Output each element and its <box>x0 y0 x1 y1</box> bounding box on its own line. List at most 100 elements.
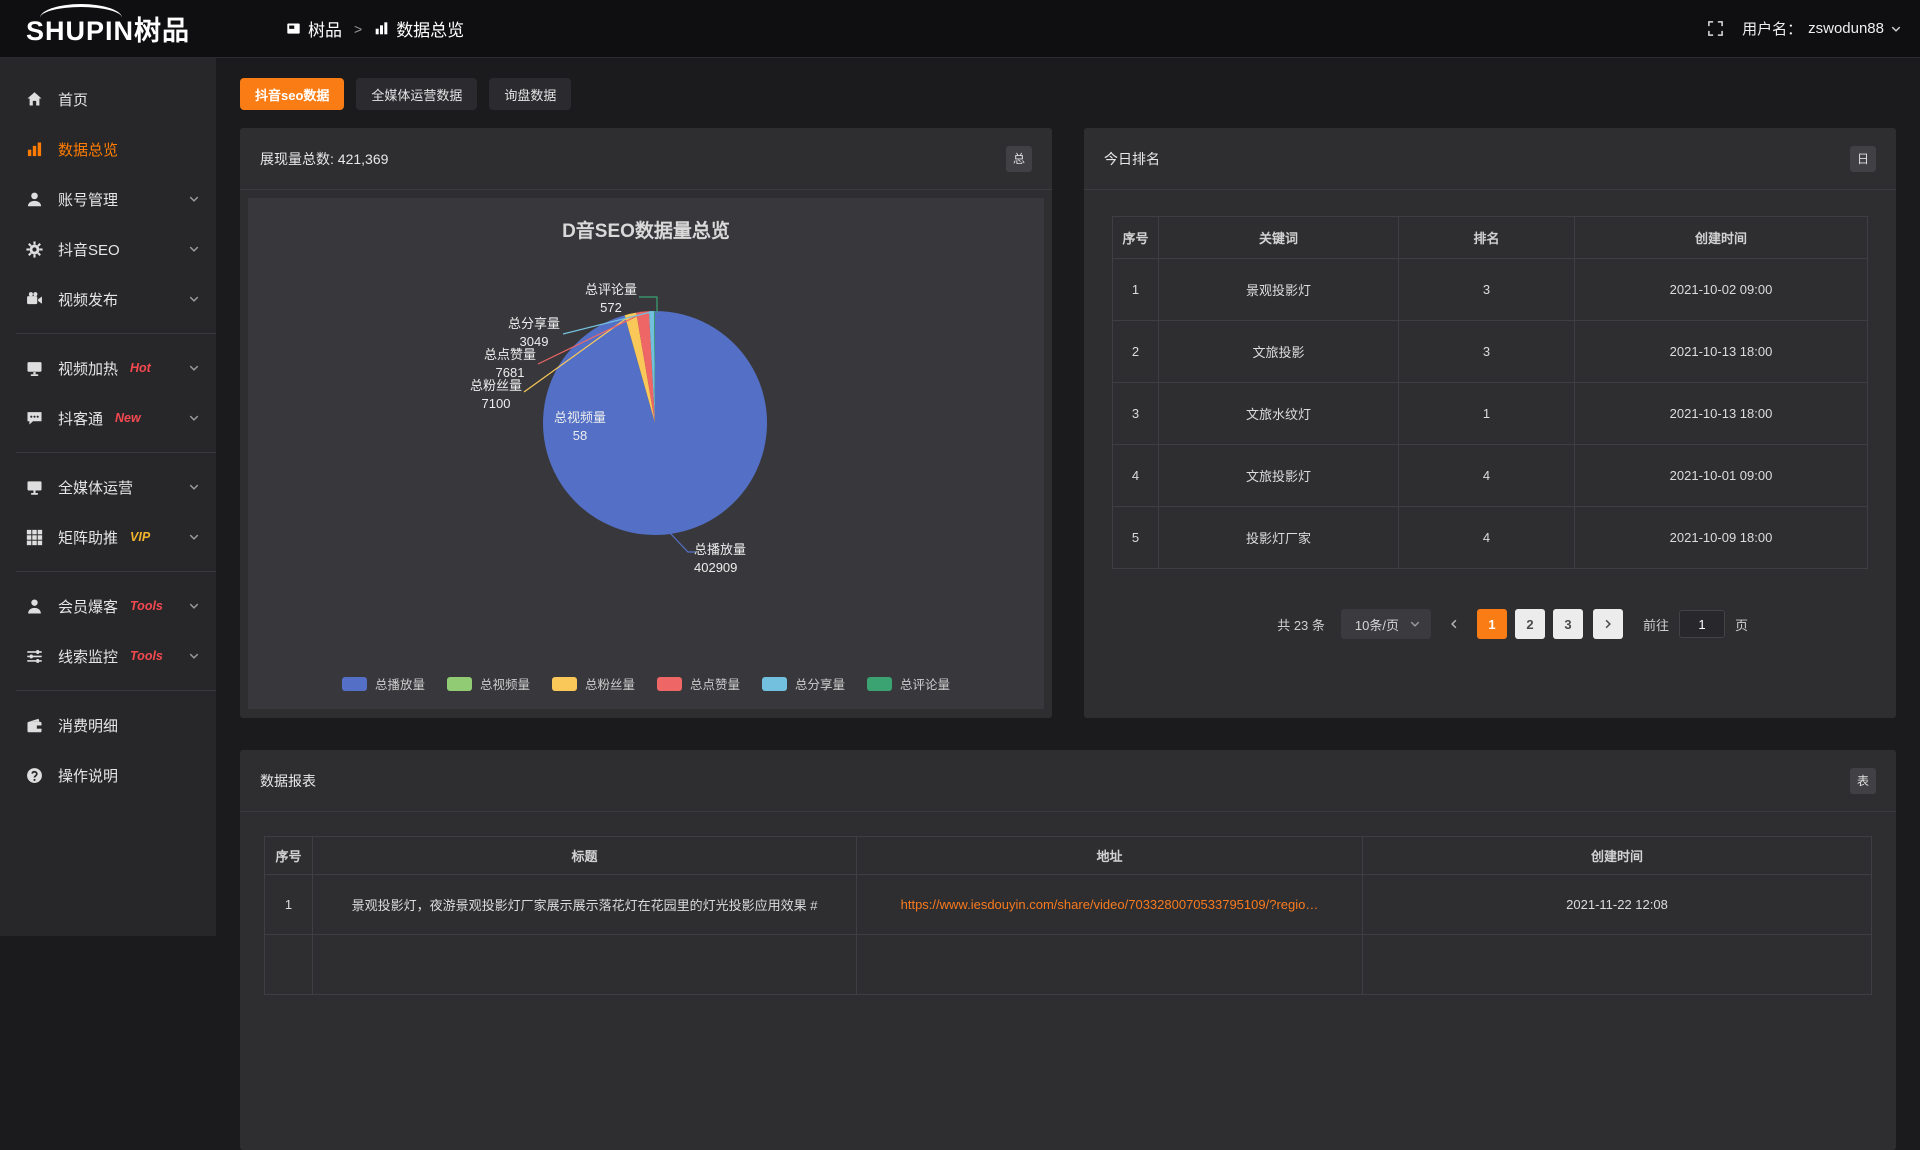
pie-label: 402909 <box>694 560 737 575</box>
chevron-down-icon <box>188 243 200 255</box>
sidebar-item-badge: VIP <box>130 530 150 544</box>
prev-page-button[interactable] <box>1441 609 1467 639</box>
sidebar-item-14[interactable]: 线索监控Tools <box>0 631 216 681</box>
chart-icon <box>26 141 43 158</box>
table-cell: 4 <box>1399 507 1575 569</box>
table-badge[interactable]: 表 <box>1850 768 1876 794</box>
sidebar-item-17[interactable]: 操作说明 <box>0 750 216 800</box>
day-badge[interactable]: 日 <box>1850 146 1876 172</box>
breadcrumb: 树品 > 数据总览 <box>286 16 464 41</box>
pie-label: 总分享量 <box>508 316 560 331</box>
pagination-total: 共 23 条 <box>1277 615 1325 634</box>
legend-label: 总分享量 <box>795 674 845 693</box>
sidebar-item-label: 会员爆客 <box>58 596 118 617</box>
table-cell: 2021-11-22 12:08 <box>1363 875 1872 935</box>
breadcrumb-item-data-overview[interactable]: 数据总览 <box>374 16 464 41</box>
username-value: zswodun88 <box>1808 20 1884 37</box>
chart-legend: 总播放量 总视频量 总粉丝量 总点赞量 总分享量 总评论量 <box>248 674 1044 693</box>
impressions-chart-panel: 展现量总数: 421,369 总 D音SEO数据量总览 总播放量 402909 总视… <box>240 128 1052 718</box>
sidebar-item-11[interactable]: 矩阵助推 VIP <box>0 512 216 562</box>
window-icon <box>286 21 301 36</box>
page-size-select[interactable]: 10条/页 <box>1341 609 1431 639</box>
username-label: 用户名： <box>1742 18 1802 39</box>
legend-item[interactable]: 总评论量 <box>867 674 950 693</box>
table-cell: 文旅投影灯 <box>1159 445 1399 507</box>
sidebar-item-label: 矩阵助推 <box>58 527 118 548</box>
column-header: 地址 <box>857 837 1363 875</box>
total-badge[interactable]: 总 <box>1006 146 1032 172</box>
table-cell <box>1363 935 1872 995</box>
pie-label-line <box>639 297 657 313</box>
legend-swatch <box>657 677 682 691</box>
header-right: 用户名： zswodun88 <box>1707 18 1920 39</box>
report-panel-body: 序号标题地址创建时间 1景观投影灯，夜游景观投影灯厂家展示展示落花灯在花园里的灯… <box>240 812 1896 995</box>
chevron-down-icon <box>1409 618 1421 630</box>
home-icon <box>26 91 43 108</box>
table-row: 2文旅投影32021-10-13 18:00 <box>1113 321 1868 383</box>
sidebar-item-label: 账号管理 <box>58 189 118 210</box>
sidebar-item-13[interactable]: 会员爆客Tools <box>0 581 216 631</box>
table-row: 1景观投影灯，夜游景观投影灯厂家展示展示落花灯在花园里的灯光投影应用效果 #ht… <box>265 875 1872 935</box>
breadcrumb-label: 数据总览 <box>396 16 464 41</box>
pie-label: 3049 <box>520 334 549 349</box>
legend-item[interactable]: 总视频量 <box>447 674 530 693</box>
page-button-2[interactable]: 2 <box>1515 609 1545 639</box>
sidebar-item-7[interactable]: 视频加热Hot <box>0 343 216 393</box>
member-icon <box>26 598 43 615</box>
breadcrumb-label: 树品 <box>308 16 342 41</box>
chat-icon <box>26 410 43 427</box>
table-cell: 1 <box>1113 259 1159 321</box>
sidebar-item-10[interactable]: 全媒体运营 <box>0 462 216 512</box>
table-cell: 4 <box>1399 445 1575 507</box>
next-page-button[interactable] <box>1593 609 1623 639</box>
tab-2[interactable]: 全媒体运营数据 <box>356 78 477 110</box>
tab-3[interactable]: 询盘数据 <box>489 78 571 110</box>
sidebar-item-5[interactable]: 视频发布 <box>0 274 216 324</box>
breadcrumb-item-shupin[interactable]: 树品 <box>286 16 342 41</box>
legend-item[interactable]: 总播放量 <box>342 674 425 693</box>
page-button-3[interactable]: 3 <box>1553 609 1583 639</box>
pie-label: 572 <box>600 300 622 315</box>
legend-item[interactable]: 总分享量 <box>762 674 845 693</box>
sidebar-item-label: 视频发布 <box>58 289 118 310</box>
chart-panel-header: 展现量总数: 421,369 总 <box>240 128 1052 190</box>
tab-1[interactable]: 抖音seo数据 <box>240 78 344 110</box>
legend-item[interactable]: 总粉丝量 <box>552 674 635 693</box>
sidebar-item-16[interactable]: 消费明细 <box>0 700 216 750</box>
table-cell: 文旅投影 <box>1159 321 1399 383</box>
rank-panel-title: 今日排名 <box>1104 149 1160 169</box>
breadcrumb-separator: > <box>354 21 362 37</box>
sidebar-item-2[interactable]: 数据总览 <box>0 124 216 174</box>
chart-panel-body: D音SEO数据量总览 总播放量402909总视频量58总粉丝量7100总点赞量7… <box>240 190 1052 717</box>
table-cell: 2021-10-02 09:00 <box>1575 259 1868 321</box>
table-cell <box>313 935 857 995</box>
fullscreen-icon[interactable] <box>1707 20 1724 37</box>
rank-panel-header: 今日排名 日 <box>1084 128 1896 190</box>
table-cell: 投影灯厂家 <box>1159 507 1399 569</box>
data-tabs: 抖音seo数据全媒体运营数据询盘数据 <box>240 78 1920 110</box>
goto-page-input[interactable] <box>1679 610 1725 638</box>
user-menu[interactable]: 用户名： zswodun88 <box>1742 18 1902 39</box>
table-row: 5投影灯厂家42021-10-09 18:00 <box>1113 507 1868 569</box>
table-cell: 景观投影灯 <box>1159 259 1399 321</box>
sidebar-item-badge: Hot <box>130 361 151 375</box>
chevron-down-icon <box>188 412 200 424</box>
sidebar-item-3[interactable]: 账号管理 <box>0 174 216 224</box>
table-cell: 2021-10-09 18:00 <box>1575 507 1868 569</box>
sidebar-item-1[interactable]: 首页 <box>0 74 216 124</box>
legend-swatch <box>447 677 472 691</box>
monitor-icon <box>26 479 43 496</box>
pie-chart-title: D音SEO数据量总览 <box>248 198 1044 243</box>
sidebar-item-8[interactable]: 抖客通New <box>0 393 216 443</box>
legend-swatch <box>762 677 787 691</box>
table-cell: 3 <box>1113 383 1159 445</box>
page-number-list: 123 <box>1477 609 1583 639</box>
legend-item[interactable]: 总点赞量 <box>657 674 740 693</box>
column-header: 关键词 <box>1159 217 1399 259</box>
sidebar-divider <box>16 690 216 691</box>
page-button-1[interactable]: 1 <box>1477 609 1507 639</box>
panel-row: 展现量总数: 421,369 总 D音SEO数据量总览 总播放量 402909 总视… <box>240 128 1896 718</box>
sidebar-divider <box>16 571 216 572</box>
video-link[interactable]: https://www.iesdouyin.com/share/video/70… <box>857 875 1363 935</box>
sidebar-item-4[interactable]: 抖音SEO <box>0 224 216 274</box>
